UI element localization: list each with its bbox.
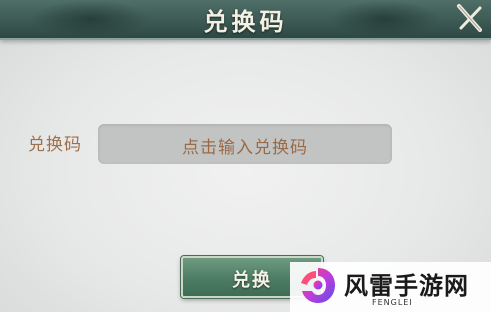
code-input-placeholder: 点击输入兑换码 (182, 138, 308, 158)
watermark-name: 风雷手游网 (344, 272, 469, 300)
site-watermark: 风雷手游网 FENGLEI (290, 262, 491, 312)
code-field-label: 兑换码 (28, 135, 82, 155)
fenglei-logo-icon (301, 268, 335, 303)
dialog-title: 兑换码 (203, 7, 288, 36)
code-input[interactable]: 点击输入兑换码 (98, 124, 392, 164)
close-button[interactable] (453, 2, 485, 34)
close-icon (457, 4, 482, 32)
dialog-header: 兑换码 (0, 0, 491, 40)
watermark-subtitle: FENGLEI (372, 298, 413, 307)
redeem-code-dialog: 兑换码 兑换码 点击输入兑换码 兑换 风雷手游网 FENGLEI (0, 0, 491, 312)
